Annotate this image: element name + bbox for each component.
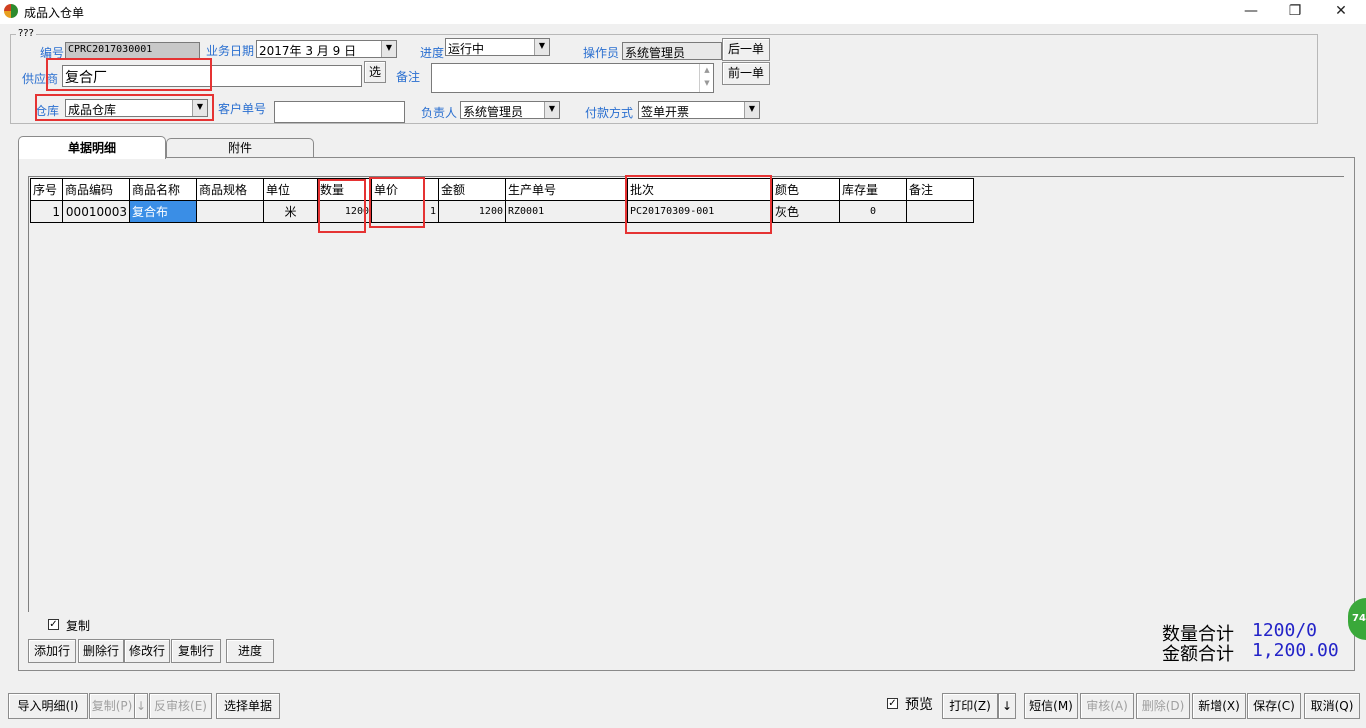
col-header[interactable]: 批次 (627, 178, 773, 201)
progress-button[interactable]: 进度 (226, 639, 274, 663)
payment-select[interactable]: 签单开票 ▼ (638, 101, 760, 119)
col-header[interactable]: 金额 (438, 178, 506, 201)
tab-attachments[interactable]: 附件 (166, 138, 314, 157)
date-label: 业务日期 (206, 44, 255, 58)
operator-field: 系统管理员 (622, 42, 722, 60)
cell-batch[interactable]: PC20170309-001 (627, 200, 773, 223)
add-row-button[interactable]: 添加行 (28, 639, 76, 663)
supplier-select-button[interactable]: 选 (364, 61, 386, 83)
cell-stock[interactable]: 0 (839, 200, 907, 223)
manager-select[interactable]: 系统管理员 ▼ (460, 101, 560, 119)
remark-scrollbar[interactable]: ▲ ▼ (699, 64, 714, 92)
chevron-down-icon[interactable]: ▼ (381, 41, 396, 57)
payment-label: 付款方式 (585, 106, 634, 120)
cell-amount[interactable]: 1200 (438, 200, 506, 223)
maximize-button[interactable]: ❐ (1272, 0, 1318, 24)
col-header[interactable]: 备注 (906, 178, 974, 201)
progress-value: 运行中 (448, 42, 485, 56)
customer-no-field[interactable] (274, 101, 405, 123)
select-document-button[interactable]: 选择单据 (216, 693, 280, 719)
col-header[interactable]: 单位 (263, 178, 318, 201)
new-button[interactable]: 新增(X) (1192, 693, 1246, 719)
cell-prod-no[interactable]: RZ0001 (505, 200, 628, 223)
progress-select[interactable]: 运行中 ▼ (445, 38, 550, 56)
customer-no-label: 客户单号 (218, 102, 267, 116)
chevron-down-icon[interactable]: ▼ (544, 102, 559, 118)
amount-total-value: 1,200.00 (1252, 640, 1339, 661)
payment-value: 签单开票 (641, 105, 690, 119)
chevron-down-icon[interactable]: ▼ (744, 102, 759, 118)
detail-grid[interactable]: 序号 商品编码 商品名称 商品规格 单位 数量 单价 金额 生产单号 批次 颜色… (28, 176, 1344, 612)
delete-row-button[interactable]: 删除行 (78, 639, 124, 663)
next-record-button[interactable]: 后一单 (722, 38, 770, 61)
preview-checkbox-label: 预览 (905, 697, 933, 713)
col-header[interactable]: 颜色 (772, 178, 840, 201)
copy-button[interactable]: 复制(P) (89, 693, 135, 719)
title-bar: 成品入仓单 — ❐ ✕ (0, 0, 1366, 24)
delete-button[interactable]: 删除(D) (1136, 693, 1190, 719)
code-label: 编号 (40, 46, 65, 60)
copy-dropdown-icon[interactable]: ↓ (134, 693, 148, 719)
import-detail-button[interactable]: 导入明细(I) (8, 693, 88, 719)
table-header-row: 序号 商品编码 商品名称 商品规格 单位 数量 单价 金额 生产单号 批次 颜色… (30, 178, 974, 201)
detail-table: 序号 商品编码 商品名称 商品规格 单位 数量 单价 金额 生产单号 批次 颜色… (30, 178, 974, 223)
audit-button[interactable]: 审核(A) (1080, 693, 1134, 719)
progress-label: 进度 (420, 46, 445, 60)
col-header[interactable]: 生产单号 (505, 178, 628, 201)
date-picker[interactable]: 2017年 3 月 9 日 ▼ (256, 40, 397, 58)
supplier-label: 供应商 (22, 72, 59, 86)
cell-qty[interactable]: 1200 (317, 200, 372, 223)
cancel-button[interactable]: 取消(Q) (1304, 693, 1360, 719)
cell-spec[interactable] (196, 200, 264, 223)
cell-price[interactable]: 1 (371, 200, 439, 223)
warehouse-select[interactable]: 成品仓库 ▼ (65, 99, 208, 117)
col-header[interactable]: 商品规格 (196, 178, 264, 201)
qty-total-value: 1200/0 (1252, 620, 1318, 641)
print-button[interactable]: 打印(Z) (942, 693, 998, 719)
manager-value: 系统管理员 (463, 105, 524, 119)
remark-label: 备注 (396, 70, 421, 84)
prev-record-button[interactable]: 前一单 (722, 62, 770, 85)
close-button[interactable]: ✕ (1318, 0, 1364, 24)
cell-unit[interactable]: 米 (263, 200, 318, 223)
remark-textarea[interactable] (431, 63, 714, 93)
unaudit-button[interactable]: 反审核(E) (149, 693, 212, 719)
code-field: CPRC2017030001 (65, 42, 200, 59)
edit-row-button[interactable]: 修改行 (124, 639, 170, 663)
chevron-down-icon[interactable]: ▼ (192, 100, 207, 116)
col-header[interactable]: 商品名称 (129, 178, 197, 201)
save-button[interactable]: 保存(C) (1247, 693, 1301, 719)
groupbox-caption: ??? (16, 28, 36, 39)
col-header[interactable]: 数量 (317, 178, 372, 201)
chevron-down-icon[interactable]: ▼ (534, 39, 549, 55)
warehouse-value: 成品仓库 (68, 103, 117, 117)
window-title: 成品入仓单 (24, 6, 85, 20)
cell-name[interactable]: 复合布 (129, 200, 197, 223)
manager-label: 负责人 (421, 106, 458, 120)
minimize-button[interactable]: — (1228, 0, 1274, 24)
date-value: 2017年 3 月 9 日 (259, 44, 357, 58)
cell-code[interactable]: 00010003 (62, 200, 130, 223)
warehouse-label: 仓库 (35, 104, 60, 118)
col-header[interactable]: 库存量 (839, 178, 907, 201)
cell-seq[interactable]: 1 (30, 200, 63, 223)
cell-remark[interactable] (906, 200, 974, 223)
operator-label: 操作员 (583, 46, 620, 60)
copy-checkbox[interactable]: ✓ (48, 619, 59, 630)
amount-total-label: 金额合计 (1162, 644, 1234, 665)
cell-color[interactable]: 灰色 (772, 200, 840, 223)
app-icon (4, 4, 18, 18)
copy-row-button[interactable]: 复制行 (171, 639, 221, 663)
print-dropdown-icon[interactable]: ↓ (998, 693, 1016, 719)
col-header[interactable]: 序号 (30, 178, 63, 201)
tab-detail[interactable]: 单据明细 (18, 136, 166, 159)
col-header[interactable]: 商品编码 (62, 178, 130, 201)
sms-button[interactable]: 短信(M) (1024, 693, 1078, 719)
copy-checkbox-label: 复制 (66, 619, 91, 633)
supplier-field[interactable]: 复合厂 (62, 65, 362, 87)
preview-checkbox[interactable]: ✓ (887, 698, 898, 709)
col-header[interactable]: 单价 (371, 178, 439, 201)
table-row[interactable]: 1 00010003 复合布 米 1200 1 1200 RZ0001 PC20… (30, 200, 974, 223)
